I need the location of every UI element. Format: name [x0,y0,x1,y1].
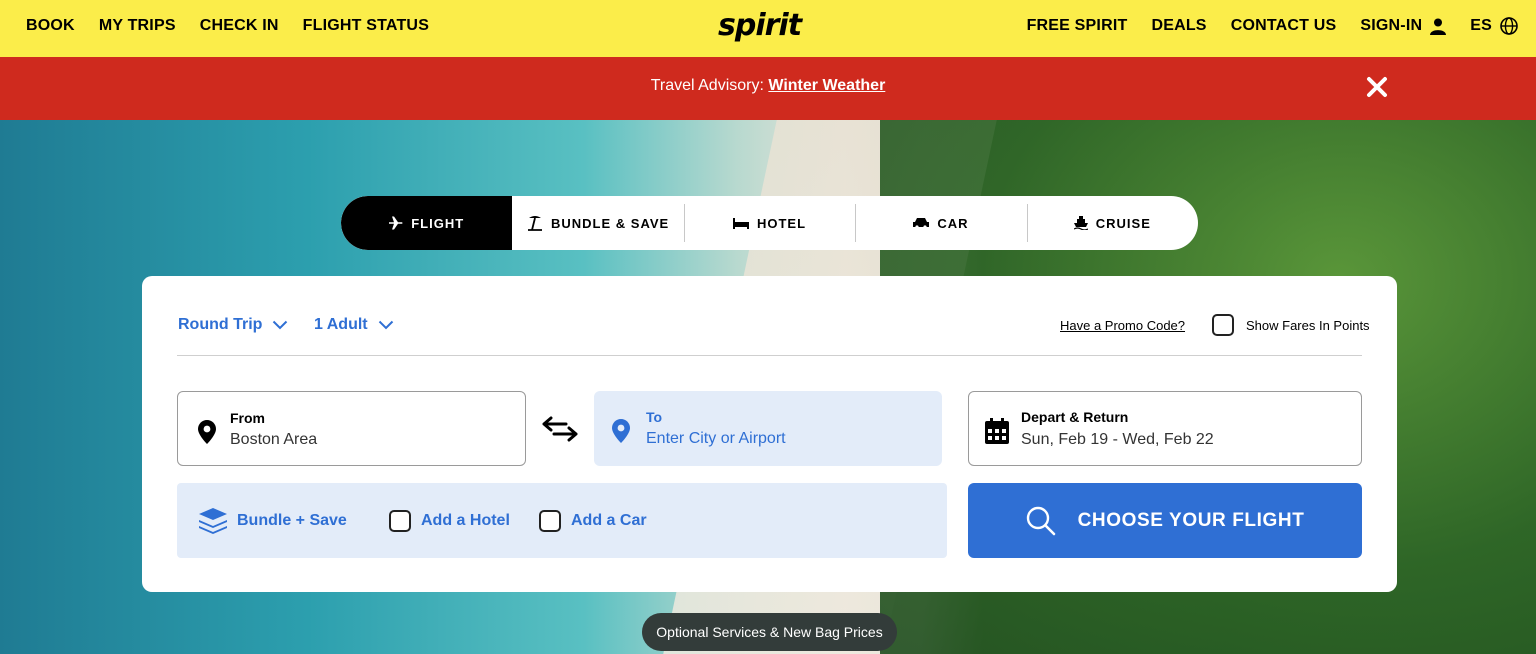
advisory-prefix: Travel Advisory: [650,77,769,94]
passengers-dropdown[interactable]: 1 Adult [314,316,394,334]
choose-flight-label: CHOOSE YOUR FLIGHT [1077,509,1305,531]
add-hotel-option[interactable]: Add a Hotel [389,483,510,558]
add-car-checkbox[interactable] [539,509,561,532]
nav-book[interactable]: BOOK [26,17,75,35]
location-pin-icon [612,419,630,443]
add-car-option[interactable]: Add a Car [539,483,647,558]
layers-icon [199,507,227,534]
tab-flight[interactable]: FLIGHT [341,196,513,250]
advisory-text: Travel Advisory: Winter Weather [0,77,1536,95]
advisory-link[interactable]: Winter Weather [768,77,885,94]
tab-cruise-label: CRUISE [1095,215,1151,231]
dates-value: Sun, Feb 19 - Wed, Feb 22 [1021,431,1214,448]
to-field[interactable]: To Enter City or Airport [594,391,942,466]
tab-bundle-save[interactable]: BUNDLE & SAVE [512,196,683,250]
location-pin-icon [198,420,216,444]
to-placeholder: Enter City or Airport [646,430,786,447]
flight-search-card: Round Trip 1 Adult Have a Promo Code? Sh… [142,276,1397,592]
promo-code-link[interactable]: Have a Promo Code? [1060,318,1185,333]
nav-my-trips[interactable]: MY TRIPS [99,17,176,35]
tab-car-label: CAR [937,215,969,231]
tab-cruise[interactable]: CRUISE [1026,196,1198,250]
nav-left: BOOK MY TRIPS CHECK IN FLIGHT STATUS [26,0,429,52]
top-nav: BOOK MY TRIPS CHECK IN FLIGHT STATUS spi… [0,0,1536,57]
nav-right: FREE SPIRIT DEALS CONTACT US SIGN-IN ES [1027,0,1518,52]
tab-flight-label: FLIGHT [411,215,465,231]
language-switcher[interactable]: ES [1470,17,1518,35]
search-icon [1026,506,1055,535]
close-icon[interactable] [1366,76,1388,98]
dates-label: Depart & Return [1021,409,1129,425]
from-field[interactable]: From Boston Area [177,391,526,466]
trip-type-dropdown[interactable]: Round Trip [178,316,288,334]
tab-hotel[interactable]: HOTEL [683,196,855,250]
to-label: To [646,409,663,425]
trip-type-value: Round Trip [178,316,263,333]
bundle-save-label: Bundle + Save [237,511,347,529]
tab-bundle-save-label: BUNDLE & SAVE [551,215,670,231]
chevron-down-icon [378,320,393,330]
from-label: From [230,410,265,426]
language-label: ES [1470,17,1492,34]
card-divider [177,355,1362,356]
bundle-save-option[interactable]: Bundle + Save [199,483,347,558]
add-hotel-checkbox[interactable] [389,509,411,532]
add-hotel-label: Add a Hotel [421,511,510,529]
from-value: Boston Area [230,431,318,448]
booking-tabs: FLIGHT BUNDLE & SAVE HOTEL CAR CRUISE [341,196,1198,250]
tab-hotel-label: HOTEL [756,215,807,231]
plane-icon [389,216,403,230]
nav-free-spirit[interactable]: FREE SPIRIT [1027,17,1128,35]
passengers-value: 1 Adult [314,316,368,333]
globe-icon [1500,17,1518,35]
tab-car[interactable]: CAR [855,196,1026,250]
show-points-label: Show Fares In Points [1246,317,1370,333]
nav-check-in[interactable]: CHECK IN [200,17,279,35]
bed-icon [732,218,749,229]
depart-return-field[interactable]: Depart & Return Sun, Feb 19 - Wed, Feb 2… [968,391,1362,466]
sign-in-link[interactable]: SIGN-IN [1360,17,1447,35]
nav-deals[interactable]: DEALS [1151,17,1206,35]
car-icon [913,218,930,229]
show-points-toggle: Show Fares In Points [1212,314,1370,336]
nav-flight-status[interactable]: FLIGHT STATUS [303,17,429,35]
sign-in-label: SIGN-IN [1360,17,1423,34]
calendar-icon [985,418,1009,444]
nav-contact-us[interactable]: CONTACT US [1231,17,1337,35]
beach-icon [528,216,542,231]
ship-icon [1073,216,1088,230]
choose-flight-button[interactable]: CHOOSE YOUR FLIGHT [968,483,1362,558]
bundle-options-bar: Bundle + Save Add a Hotel Add a Car [177,483,947,558]
add-car-label: Add a Car [571,511,647,529]
optional-services-pill[interactable]: Optional Services & New Bag Prices [642,613,897,651]
user-icon [1430,18,1447,35]
travel-advisory-banner: Travel Advisory: Winter Weather [0,57,1536,120]
show-points-checkbox[interactable] [1212,314,1234,336]
swap-arrows-icon[interactable] [542,415,582,443]
spirit-logo[interactable]: spirit [718,8,802,43]
chevron-down-icon [273,320,288,330]
